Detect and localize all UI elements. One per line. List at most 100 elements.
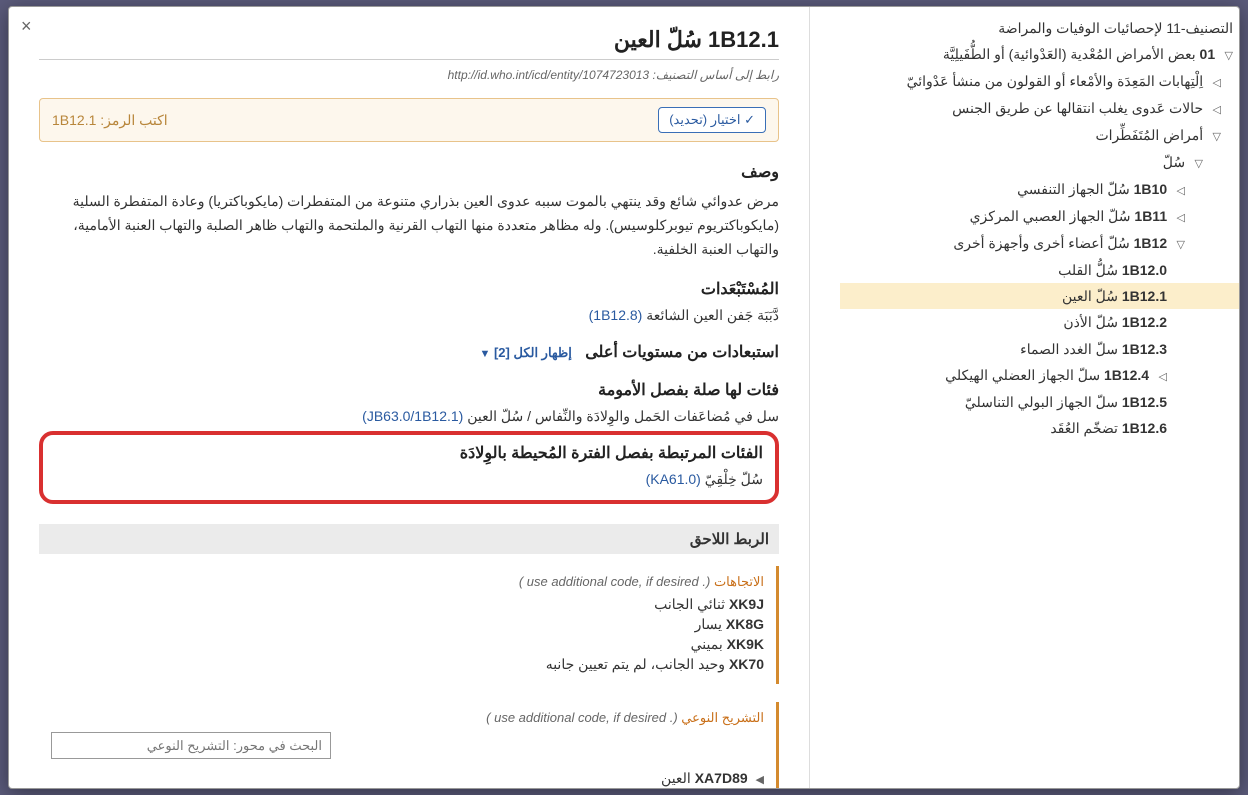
postcoord-group: التشريح النوعي ( use additional code, if… bbox=[39, 702, 779, 788]
maternal-item: سل في مُضاعَفات الحَمل والوِلادَة والنِّ… bbox=[39, 408, 779, 425]
tree-code: 1B11 bbox=[1134, 208, 1167, 224]
perinatal-item: سُلّ خِلْقِيّ (KA61.0) bbox=[55, 471, 763, 488]
tree-code: 1B12.4 bbox=[1104, 367, 1149, 383]
tree-toggle-icon[interactable]: ◁ bbox=[1173, 184, 1185, 200]
tree-label: سُلّ bbox=[1163, 154, 1185, 170]
tree-label: سُلّ الجهاز التنفسي bbox=[1017, 181, 1130, 197]
postcoord-item[interactable]: XK70 وحيد الجانب، لم يتم تعيين جانبه bbox=[51, 656, 764, 673]
maternal-code-link[interactable]: (JB63.0/1B12.1) bbox=[362, 408, 463, 424]
tree-toggle-icon[interactable]: ▽ bbox=[1221, 49, 1233, 65]
foundation-link: رابط إلى أساس التصنيف: http://id.who.int… bbox=[39, 68, 779, 82]
tree-item[interactable]: ▽ 01 بعض الأمراض المُعْدية (العَدْوائية)… bbox=[840, 41, 1239, 68]
tree-toggle-icon[interactable]: ▽ bbox=[1209, 130, 1221, 146]
main-content: 1B12.1 سُلّ العين رابط إلى أساس التصنيف:… bbox=[9, 7, 809, 788]
tree-item[interactable]: 1B12.5 سلّ الجهاز البولي التناسليّ bbox=[840, 389, 1239, 415]
tree-item[interactable]: ◁ 1B11 سُلّ الجهاز العصبي المركزي bbox=[840, 203, 1239, 230]
tree-label: سُلّ العين bbox=[1062, 288, 1118, 304]
postcoord-group: الاتجاهات ( use additional code, if desi… bbox=[39, 566, 779, 684]
tree-label: سلّ الجهاز العضلي الهيكلي bbox=[945, 367, 1100, 383]
tree-toggle-icon[interactable]: ◁ bbox=[1209, 76, 1221, 92]
tree-item[interactable]: التصنيف-11 لإحصائيات الوفيات والمراضة bbox=[840, 15, 1239, 41]
maternal-heading: فئات لها صلة بفصل الأمومة bbox=[39, 380, 779, 400]
tree-label: سلّ الجهاز البولي التناسليّ bbox=[965, 394, 1118, 410]
tree-item[interactable]: 1B12.3 سلّ الغدد الصماء bbox=[840, 336, 1239, 362]
tree-label: سُلّ الأذن bbox=[1063, 314, 1118, 330]
tree-toggle-icon[interactable]: ▽ bbox=[1173, 238, 1185, 254]
page-title: 1B12.1 سُلّ العين bbox=[39, 27, 779, 60]
chevron-down-icon: ▼ bbox=[479, 348, 490, 360]
postcoord-item[interactable]: ◀ XA7D89 العين bbox=[51, 770, 764, 787]
tree-label: اِلْتِهابات المَعِدَة والأمْعاء أو القول… bbox=[907, 73, 1204, 89]
description-heading: وصف bbox=[39, 162, 779, 182]
tree-toggle-icon[interactable]: ◁ bbox=[1209, 103, 1221, 119]
postcoord-item-label: بميني bbox=[691, 636, 723, 652]
perinatal-highlight: الفئات المرتبطة بفصل الفترة المُحيطة بال… bbox=[39, 431, 779, 504]
postcoord-group-head: التشريح النوعي ( use additional code, if… bbox=[51, 710, 764, 726]
tree-code: 01 bbox=[1200, 46, 1216, 62]
tree-label: تضخّم العُقَد bbox=[1050, 420, 1118, 436]
tree-label: سُلّ أعضاء أخرى وأجهزة أخرى bbox=[953, 235, 1129, 251]
chevron-left-icon[interactable]: ◀ bbox=[756, 774, 764, 786]
tree-item[interactable]: ◁ حالات عَدوى يغلب انتقالها عن طريق الجن… bbox=[840, 95, 1239, 122]
tree-item[interactable]: 1B12.6 تضخّم العُقَد bbox=[840, 415, 1239, 441]
code-display: اكتب الرمز: 1B12.1 bbox=[52, 112, 168, 129]
tree-label: سُلّ الجهاز العصبي المركزي bbox=[970, 208, 1131, 224]
tree-label: التصنيف-11 لإحصائيات الوفيات والمراضة bbox=[998, 20, 1233, 36]
foundation-url[interactable]: http://id.who.int/icd/entity/1074723013 bbox=[448, 68, 649, 82]
postcoord-item-label: وحيد الجانب، لم يتم تعيين جانبه bbox=[546, 656, 725, 672]
exclusion-code-link[interactable]: (1B12.8) bbox=[589, 307, 643, 323]
postcoord-item-code: XK70 bbox=[729, 656, 764, 672]
tree-toggle-icon[interactable]: ◁ bbox=[1155, 370, 1167, 386]
title-code: 1B12.1 bbox=[708, 27, 779, 52]
close-icon[interactable]: × bbox=[17, 13, 36, 39]
tree-code: 1B12.2 bbox=[1122, 314, 1167, 330]
postcoord-note: ( use additional code, if desired .) bbox=[486, 710, 678, 725]
postcoord-item[interactable]: XK9K بميني bbox=[51, 636, 764, 653]
tree-item[interactable]: ◁ اِلْتِهابات المَعِدَة والأمْعاء أو الق… bbox=[840, 68, 1239, 95]
exclusion-item: دَّبَبَة جَفن العين الشائعة (1B12.8) bbox=[39, 307, 779, 324]
tree-code: 1B12.3 bbox=[1122, 341, 1167, 357]
perinatal-code-link[interactable]: (KA61.0) bbox=[646, 471, 701, 487]
tree-label: حالات عَدوى يغلب انتقالها عن طريق الجنس bbox=[952, 100, 1203, 116]
tree-code: 1B12 bbox=[1134, 235, 1167, 251]
tree-toggle-icon[interactable]: ▽ bbox=[1191, 157, 1203, 173]
postcoord-item-label: يسار bbox=[695, 616, 722, 632]
tree-label: سُلُّ القلب bbox=[1058, 262, 1118, 278]
tree-code: 1B12.6 bbox=[1122, 420, 1167, 436]
tree-item[interactable]: ▽ 1B12 سُلّ أعضاء أخرى وأجهزة أخرى bbox=[840, 230, 1239, 257]
select-button[interactable]: ✓ اختيار (تحديد) bbox=[658, 107, 766, 133]
tree-item[interactable]: ◁ 1B10 سُلّ الجهاز التنفسي bbox=[840, 176, 1239, 203]
tree-item[interactable]: ▽ سُلّ bbox=[840, 149, 1239, 176]
postcoord-item-label: العين bbox=[661, 770, 691, 786]
perinatal-heading: الفئات المرتبطة بفصل الفترة المُحيطة بال… bbox=[55, 443, 763, 463]
tree-item[interactable]: 1B12.2 سُلّ الأذن bbox=[840, 309, 1239, 335]
postcoord-item[interactable]: XK8G يسار bbox=[51, 616, 764, 633]
postcoord-item-code: XK9K bbox=[727, 636, 764, 652]
postcoord-group-head: الاتجاهات ( use additional code, if desi… bbox=[51, 574, 764, 590]
postcoord-search-input[interactable] bbox=[51, 732, 331, 759]
tree-item[interactable]: 1B12.0 سُلُّ القلب bbox=[840, 257, 1239, 283]
tree-item[interactable]: ▽ أمراض المُتَفَطِّرات bbox=[840, 122, 1239, 149]
tree-label: بعض الأمراض المُعْدية (العَدْوائية) أو ا… bbox=[943, 46, 1196, 62]
title-text: سُلّ العين bbox=[614, 27, 702, 52]
postcoord-item-code: XA7D89 bbox=[695, 770, 748, 786]
code-action-bar: ✓ اختيار (تحديد) اكتب الرمز: 1B12.1 bbox=[39, 98, 779, 142]
postcoord-group-name: التشريح النوعي bbox=[681, 710, 764, 725]
tree-item[interactable]: 1B12.1 سُلّ العين bbox=[840, 283, 1239, 309]
modal-window: × 1B12.1 سُلّ العين رابط إلى أساس التصني… bbox=[8, 6, 1240, 789]
postcoord-group-name: الاتجاهات bbox=[714, 574, 764, 589]
tree-label: أمراض المُتَفَطِّرات bbox=[1095, 127, 1203, 143]
tree-toggle-icon[interactable]: ◁ bbox=[1173, 211, 1185, 227]
postcoord-item-code: XK8G bbox=[726, 616, 764, 632]
tree-code: 1B10 bbox=[1134, 181, 1167, 197]
postcoord-note: ( use additional code, if desired .) bbox=[519, 574, 711, 589]
postcoord-item[interactable]: XK9J ثنائي الجانب bbox=[51, 596, 764, 613]
hierarchy-sidebar: التصنيف-11 لإحصائيات الوفيات والمراضة ▽ 0… bbox=[809, 7, 1239, 788]
exclusions-heading: المُسْتَبْعَدات bbox=[39, 279, 779, 299]
tree-item[interactable]: ◁ 1B12.4 سلّ الجهاز العضلي الهيكلي bbox=[840, 362, 1239, 389]
show-all-link[interactable]: إظهار الكل [2] ▼ bbox=[479, 345, 571, 360]
postcoord-item-label: ثنائي الجانب bbox=[654, 596, 725, 612]
tree-code: 1B12.5 bbox=[1122, 394, 1167, 410]
postcoord-item-code: XK9J bbox=[729, 596, 764, 612]
tree-code: 1B12.0 bbox=[1122, 262, 1167, 278]
